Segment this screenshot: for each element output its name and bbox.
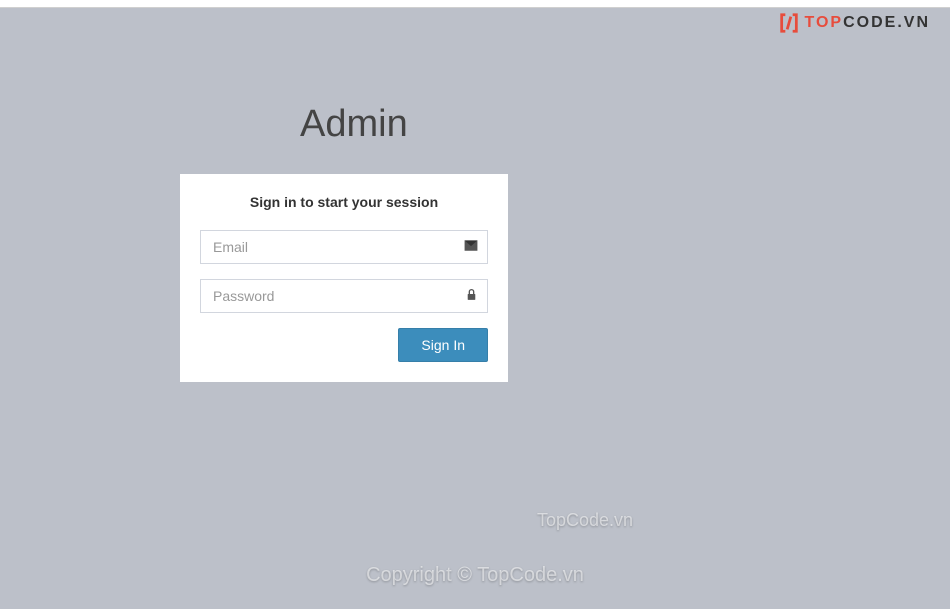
content-area: Admin Sign in to start your session — [0, 8, 950, 382]
form-actions: Sign In — [200, 328, 488, 362]
code-bracket-icon — [778, 12, 800, 34]
email-form-group — [200, 230, 488, 264]
login-subtitle: Sign in to start your session — [200, 194, 488, 210]
watermark-center: TopCode.vn — [537, 510, 633, 531]
password-field[interactable] — [200, 279, 488, 313]
signin-button[interactable]: Sign In — [398, 328, 488, 362]
watermark-copyright: Copyright © TopCode.vn — [366, 564, 584, 587]
email-field[interactable] — [200, 230, 488, 264]
watermark-logo: TOPCODE.VN — [778, 12, 930, 34]
page-title: Admin — [300, 103, 950, 146]
lock-icon — [465, 288, 478, 305]
login-box: Sign in to start your session — [180, 174, 508, 382]
bookmarks-bar — [0, 0, 950, 8]
envelope-icon — [464, 239, 478, 256]
watermark-logo-text: TOPCODE.VN — [804, 14, 930, 32]
password-form-group — [200, 279, 488, 313]
